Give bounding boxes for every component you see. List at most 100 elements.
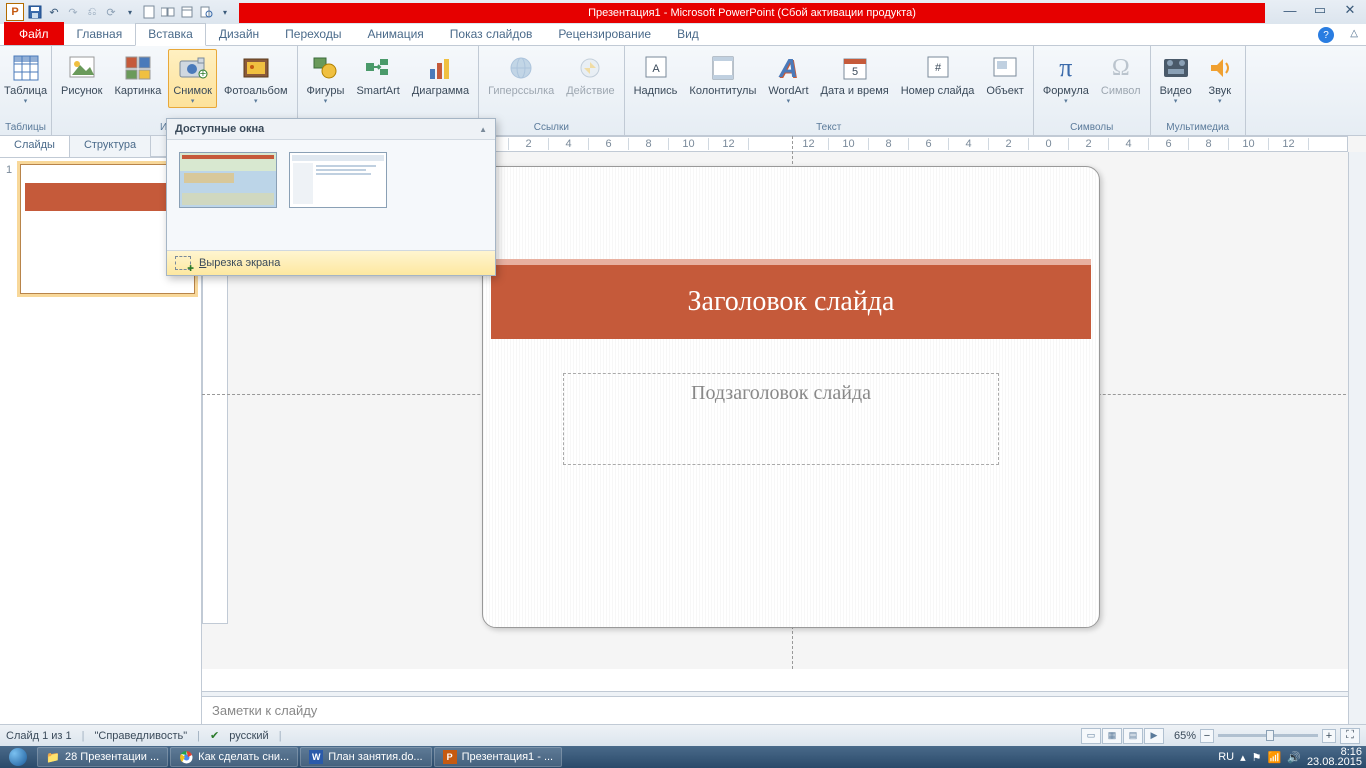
- view-buttons: ▭ ▦ ▤ ▶: [1081, 728, 1164, 744]
- help-icon[interactable]: ?: [1318, 27, 1334, 43]
- clip-icon: [175, 256, 191, 270]
- photoalbum-button[interactable]: Фотоальбом▾: [219, 49, 293, 108]
- normal-view-button[interactable]: ▭: [1081, 728, 1101, 744]
- redo-icon[interactable]: ↷: [65, 4, 81, 20]
- datetime-button[interactable]: 5Дата и время: [816, 49, 894, 100]
- textbox-button[interactable]: AНадпись: [629, 49, 683, 100]
- sorter-view-button[interactable]: ▦: [1102, 728, 1122, 744]
- tab-slideshow[interactable]: Показ слайдов: [437, 23, 546, 45]
- minimize-button[interactable]: —: [1278, 2, 1302, 18]
- qat-item-icon[interactable]: ⟳: [103, 4, 119, 20]
- hyperlink-button: Гиперссылка: [483, 49, 559, 100]
- language-indicator[interactable]: RU: [1218, 751, 1234, 763]
- action-button: Действие: [561, 49, 619, 100]
- video-button[interactable]: Видео▾: [1155, 49, 1197, 108]
- picture-button[interactable]: Рисунок: [56, 49, 108, 100]
- shapes-button[interactable]: Фигуры▾: [302, 49, 350, 108]
- network-icon[interactable]: 📶: [1268, 751, 1282, 764]
- zoom-slider[interactable]: [1218, 734, 1318, 737]
- screenshot-button[interactable]: +Снимок▾: [168, 49, 217, 108]
- scroll-up-icon[interactable]: ▲: [479, 125, 487, 134]
- svg-text:A: A: [652, 63, 660, 75]
- group-label: Символы: [1038, 120, 1146, 135]
- slide-canvas[interactable]: Заголовок слайда Подзаголовок слайда: [482, 166, 1100, 628]
- tab-transitions[interactable]: Переходы: [272, 23, 354, 45]
- spellcheck-icon[interactable]: ✔: [210, 729, 219, 742]
- object-button[interactable]: Объект: [981, 49, 1028, 100]
- zoom-out-button[interactable]: −: [1200, 729, 1214, 743]
- group-label: Текст: [629, 120, 1029, 135]
- close-button[interactable]: ✕: [1338, 2, 1362, 18]
- slidenum-button[interactable]: #Номер слайда: [896, 49, 980, 100]
- qat-item-icon[interactable]: [141, 4, 157, 20]
- zoom-control: 65% − + ⛶: [1174, 728, 1360, 744]
- folder-icon: 📁: [46, 750, 60, 764]
- taskbar: 📁28 Презентации ... Как сделать сни... W…: [0, 746, 1366, 768]
- audio-button[interactable]: Звук▾: [1199, 49, 1241, 108]
- vertical-scrollbar[interactable]: [1348, 152, 1366, 724]
- maximize-button[interactable]: ▭: [1308, 2, 1332, 18]
- tab-design[interactable]: Дизайн: [206, 23, 272, 45]
- flag-icon[interactable]: ⚑: [1252, 751, 1262, 764]
- table-button[interactable]: Таблица▾: [0, 49, 52, 108]
- tab-insert[interactable]: Вставка: [135, 23, 206, 46]
- taskbar-item[interactable]: 📁28 Презентации ...: [37, 747, 168, 767]
- taskbar-item[interactable]: PПрезентация1 - ...: [434, 747, 563, 767]
- subtitle-placeholder[interactable]: Подзаголовок слайда: [563, 373, 999, 465]
- start-button[interactable]: [0, 746, 36, 768]
- popup-header: Доступные окна▲: [167, 119, 495, 140]
- tab-home[interactable]: Главная: [64, 23, 136, 45]
- title-placeholder[interactable]: Заголовок слайда: [491, 259, 1091, 339]
- window-thumbnail[interactable]: [179, 152, 277, 208]
- screen-clipping-item[interactable]: Вырезка экрана: [167, 250, 495, 275]
- zoom-in-button[interactable]: +: [1322, 729, 1336, 743]
- outline-tab[interactable]: Структура: [70, 136, 151, 157]
- slides-tab[interactable]: Слайды: [0, 136, 70, 157]
- tab-file[interactable]: Файл: [4, 22, 64, 45]
- svg-text:#: #: [934, 62, 941, 74]
- chart-button[interactable]: Диаграмма: [407, 49, 474, 100]
- equation-button[interactable]: πФормула▾: [1038, 49, 1094, 108]
- tab-view[interactable]: Вид: [664, 23, 712, 45]
- qat-dropdown-icon[interactable]: ▾: [122, 4, 138, 20]
- notes-spacer: [202, 669, 1348, 691]
- qat-item-icon[interactable]: [179, 4, 195, 20]
- status-bar: Слайд 1 из 1 | "Справедливость" | ✔ русс…: [0, 724, 1366, 746]
- clipart-button[interactable]: Картинка: [110, 49, 167, 100]
- ribbon-tabs: Файл Главная Вставка Дизайн Переходы Ани…: [0, 24, 1366, 46]
- wordart-button[interactable]: AWordArt▾: [763, 49, 813, 108]
- notes-pane[interactable]: Заметки к слайду: [202, 696, 1348, 724]
- headerfooter-button[interactable]: Колонтитулы: [684, 49, 761, 100]
- print-preview-icon[interactable]: [198, 4, 214, 20]
- app-logo[interactable]: P: [6, 3, 24, 21]
- smartart-button[interactable]: SmartArt: [351, 49, 404, 100]
- taskbar-item[interactable]: Как сделать сни...: [170, 747, 298, 767]
- collapse-ribbon-icon[interactable]: △: [1350, 28, 1358, 39]
- group-label: Таблицы: [4, 120, 47, 135]
- tab-review[interactable]: Рецензирование: [545, 23, 664, 45]
- slideshow-view-button[interactable]: ▶: [1144, 728, 1164, 744]
- window-title: Презентация1 - Microsoft PowerPoint (Сбо…: [239, 3, 1265, 23]
- slide-number: 1: [6, 164, 16, 294]
- undo-icon[interactable]: ↶: [46, 4, 62, 20]
- symbol-button: ΩСимвол: [1096, 49, 1146, 100]
- group-label: Ссылки: [483, 120, 620, 135]
- qat-dropdown-icon[interactable]: ▾: [217, 4, 233, 20]
- language-indicator[interactable]: русский: [229, 730, 268, 742]
- quick-access-toolbar: P ↶ ↷ ⎌ ⟳ ▾ ▾: [0, 1, 239, 23]
- tray-up-icon[interactable]: ▴: [1240, 751, 1246, 764]
- fit-to-window-button[interactable]: ⛶: [1340, 728, 1360, 744]
- qat-item-icon[interactable]: ⎌: [84, 4, 100, 20]
- reading-view-button[interactable]: ▤: [1123, 728, 1143, 744]
- window-thumbnail[interactable]: [289, 152, 387, 208]
- volume-icon[interactable]: 🔊: [1287, 751, 1301, 764]
- screenshot-dropdown: Доступные окна▲ Вырезка экрана: [166, 118, 496, 276]
- tab-animations[interactable]: Анимация: [354, 23, 436, 45]
- clock[interactable]: 8:1623.08.2015: [1307, 747, 1362, 767]
- taskbar-item[interactable]: WПлан занятия.do...: [300, 747, 431, 767]
- save-icon[interactable]: [27, 4, 43, 20]
- powerpoint-icon: P: [443, 750, 457, 764]
- zoom-level[interactable]: 65%: [1174, 730, 1196, 742]
- qat-item-icon[interactable]: [160, 4, 176, 20]
- word-icon: W: [309, 750, 323, 764]
